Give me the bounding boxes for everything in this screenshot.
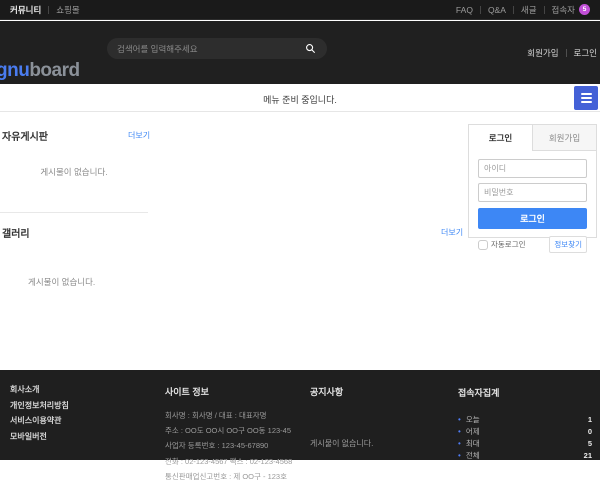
- shop-link[interactable]: 쇼핑몰: [56, 4, 79, 16]
- footer-notice: 공지사항 게시물이 없습니다.: [310, 385, 440, 449]
- footer-link-terms[interactable]: 서비스이용약관: [10, 415, 69, 426]
- tab-login[interactable]: 로그인: [469, 125, 532, 151]
- signup-link[interactable]: 회원가입: [527, 47, 558, 59]
- hamburger-menu-button[interactable]: [574, 86, 598, 110]
- logo-text-gnu: gnu: [0, 60, 29, 81]
- site-header: gnuboard 회원가입 로그인: [0, 21, 600, 84]
- login-widget: 로그인 회원가입 로그인 자동로그인 정보찾기: [468, 124, 597, 238]
- footer-visitor-stats: 접속자집계 • 오늘 1 • 어제 0 • 최대 5 • 전체 21: [458, 386, 592, 461]
- auto-login-label: 자동로그인: [491, 239, 526, 250]
- board-section-title-free: 자유게시판: [2, 128, 48, 143]
- site-info-line: 통신판매업신고번호 : 제 OO구 - 123호: [165, 471, 310, 482]
- login-id-field[interactable]: [478, 159, 587, 178]
- visitor-count-badge: 5: [579, 4, 590, 15]
- footer-link-mobile[interactable]: 모바일버전: [10, 431, 69, 442]
- visitors-link[interactable]: 접속자: [552, 4, 575, 16]
- empty-message-free-board: 게시물이 없습니다.: [0, 166, 148, 178]
- visitor-stats-title: 접속자집계: [458, 386, 592, 399]
- qna-link[interactable]: Q&A: [488, 5, 506, 15]
- divider: [480, 6, 481, 14]
- visitor-stat-row-today: • 오늘 1: [458, 413, 592, 425]
- board-section-title-gallery: 갤러리: [2, 225, 30, 240]
- bullet-icon: •: [458, 415, 461, 424]
- visitor-stat-row-max: • 최대 5: [458, 437, 592, 449]
- site-info-line: 회사명 : 회사명 / 대표 : 대표자명: [165, 410, 310, 421]
- login-widget-tabs: 로그인 회원가입: [469, 125, 596, 151]
- visitor-stat-row-total: • 전체 21: [458, 449, 592, 461]
- hamburger-icon: [581, 93, 592, 95]
- top-utility-bar: 커뮤니티 쇼핑몰 FAQ Q&A 새글 접속자 5: [0, 0, 600, 20]
- topbar-right-links: FAQ Q&A 새글 접속자 5: [456, 4, 590, 16]
- topbar-left-links: 커뮤니티 쇼핑몰: [10, 4, 80, 16]
- notice-empty-message: 게시물이 없습니다.: [310, 438, 440, 449]
- divider: [48, 6, 49, 14]
- footer-site-info: 사이트 정보 회사명 : 회사명 / 대표 : 대표자명 주소 : OO도 OO…: [165, 385, 310, 486]
- notice-title: 공지사항: [310, 385, 440, 398]
- community-link[interactable]: 커뮤니티: [10, 4, 41, 16]
- more-link-gallery[interactable]: 더보기: [441, 227, 463, 238]
- auth-links: 회원가입 로그인: [527, 47, 597, 59]
- bullet-icon: •: [458, 427, 461, 436]
- empty-message-gallery: 게시물이 없습니다.: [28, 276, 95, 288]
- site-info-line: 주소 : OO도 OO시 OO구 OO동 123-45: [165, 425, 310, 436]
- faq-link[interactable]: FAQ: [456, 5, 473, 15]
- site-info-line: 사업자 등록번호 : 123-45-67890: [165, 440, 310, 451]
- login-form: 로그인 자동로그인 정보찾기: [469, 151, 596, 253]
- tab-signup[interactable]: 회원가입: [532, 125, 596, 151]
- auto-login-option[interactable]: 자동로그인: [478, 239, 526, 250]
- login-password-field[interactable]: [478, 183, 587, 202]
- login-submit-button[interactable]: 로그인: [478, 208, 587, 229]
- menu-bar: 메뉴 준비 중입니다.: [0, 84, 600, 112]
- more-link-free-board[interactable]: 더보기: [128, 130, 150, 141]
- main-content: 자유게시판 더보기 게시물이 없습니다. 갤러리 더보기 게시물이 없습니다. …: [0, 112, 600, 370]
- divider: [513, 6, 514, 14]
- footer-links: 회사소개 개인정보처리방침 서비스이용약관 모바일버전: [10, 384, 69, 446]
- find-info-button[interactable]: 정보찾기: [549, 236, 587, 253]
- logo-text-board: board: [29, 60, 79, 81]
- search-input[interactable]: [117, 44, 305, 54]
- menu-placeholder-message: 메뉴 준비 중입니다.: [0, 93, 600, 106]
- site-footer: 회사소개 개인정보처리방침 서비스이용약관 모바일버전 사이트 정보 회사명 :…: [0, 370, 600, 460]
- footer-link-privacy[interactable]: 개인정보처리방침: [10, 400, 69, 411]
- site-info-title: 사이트 정보: [165, 385, 310, 398]
- divider: [566, 49, 567, 57]
- search-icon[interactable]: [305, 43, 317, 55]
- bullet-icon: •: [458, 439, 461, 448]
- login-link[interactable]: 로그인: [574, 47, 597, 59]
- visitor-stat-row-yesterday: • 어제 0: [458, 425, 592, 437]
- bullet-icon: •: [458, 451, 461, 460]
- new-posts-link[interactable]: 새글: [521, 4, 537, 16]
- site-info-line: 전화 : 02-123-4567 팩스 : 02-123-4568: [165, 456, 310, 467]
- footer-link-company[interactable]: 회사소개: [10, 384, 69, 395]
- divider: [544, 6, 545, 14]
- site-logo[interactable]: gnuboard: [0, 60, 80, 82]
- section-divider: [0, 212, 148, 213]
- auto-login-checkbox[interactable]: [478, 240, 488, 250]
- search-bar: [107, 38, 327, 59]
